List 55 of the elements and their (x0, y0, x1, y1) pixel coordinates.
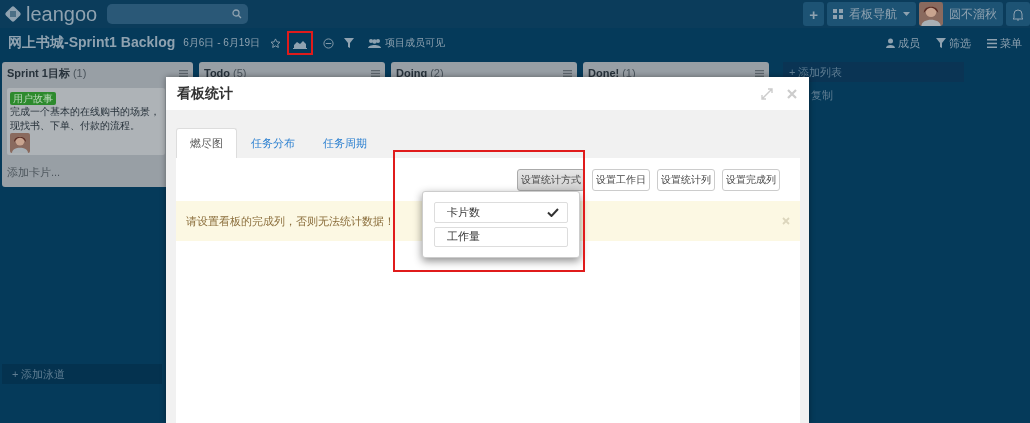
menu-item[interactable]: 卡片数 (434, 202, 568, 223)
tab[interactable]: 任务周期 (309, 128, 381, 158)
header-link[interactable]: 菜单 (987, 35, 1022, 51)
settings-button[interactable]: 设置统计列 (657, 169, 715, 191)
card-text: 现找书、下单、付款的流程。 (10, 119, 140, 133)
logo-text: leangoo (26, 2, 98, 26)
card-count: (1) (72, 67, 87, 79)
copy-link[interactable]: 复制 (811, 88, 964, 103)
menu-icon[interactable] (371, 69, 380, 77)
warning-text: 请设置看板的完成列，否则无法统计数据！ (186, 213, 396, 229)
people-icon[interactable] (367, 38, 381, 48)
date-range: 6月6日 - 6月19日 (183, 36, 260, 50)
card-tag: 用户故事 (10, 92, 56, 105)
header-link[interactable]: 成员 (886, 35, 920, 51)
check-icon (547, 207, 559, 217)
close-icon[interactable] (787, 88, 797, 99)
menu-icon[interactable] (563, 69, 572, 77)
add-lane-button[interactable]: + 添加泳道 (2, 364, 162, 384)
board-title: 网上书城-Sprint1 Backlog (8, 34, 176, 52)
avatar (919, 2, 943, 26)
menu-icon[interactable] (987, 38, 997, 48)
grid-icon (833, 9, 843, 19)
filter-icon[interactable] (936, 38, 946, 48)
add-card-link[interactable]: 添加卡片... (7, 155, 157, 186)
board-nav-button[interactable]: 看板导航 (827, 2, 916, 26)
menu-icon[interactable] (755, 69, 764, 77)
caret-icon (903, 12, 910, 16)
user-menu[interactable]: 圆不溜秋 (919, 2, 1003, 26)
list-title: Done! (588, 67, 620, 79)
header-link[interactable]: 筛选 (936, 35, 971, 51)
bell-icon (1012, 7, 1024, 21)
menu-icon[interactable] (179, 69, 188, 77)
list-title: Sprint 1目标 (7, 65, 70, 81)
add-button[interactable]: + (803, 2, 824, 26)
card-text: 完成一个基本的在线购书的场景， (10, 105, 160, 119)
tab[interactable]: 任务分布 (237, 128, 309, 158)
filter-icon[interactable] (343, 38, 354, 48)
settings-button[interactable]: 设置工作日 (592, 169, 650, 191)
search-icon[interactable] (232, 9, 243, 19)
search-field[interactable] (107, 4, 249, 24)
list-title: Todo (204, 67, 231, 79)
dialog-title: 看板统计 (177, 84, 234, 103)
avatar (10, 133, 30, 153)
minus-circle-icon[interactable] (322, 37, 334, 49)
notification-button[interactable] (1006, 2, 1030, 26)
person-icon[interactable] (886, 38, 895, 48)
tab[interactable]: 燃尽图 (176, 128, 237, 158)
star-icon[interactable] (269, 37, 281, 49)
settings-button[interactable]: 设置统计方式 (517, 169, 585, 191)
expand-icon[interactable] (761, 87, 773, 100)
visibility-label[interactable]: 项目成员可见 (384, 36, 445, 50)
add-list-button[interactable]: + 添加列表 (783, 62, 964, 82)
settings-button[interactable]: 设置完成列 (722, 169, 780, 191)
card[interactable]: 用户故事 完成一个基本的在线购书的场景， 现找书、下单、付款的流程。 (7, 88, 165, 155)
menu-item[interactable]: 工作量 (434, 226, 568, 247)
